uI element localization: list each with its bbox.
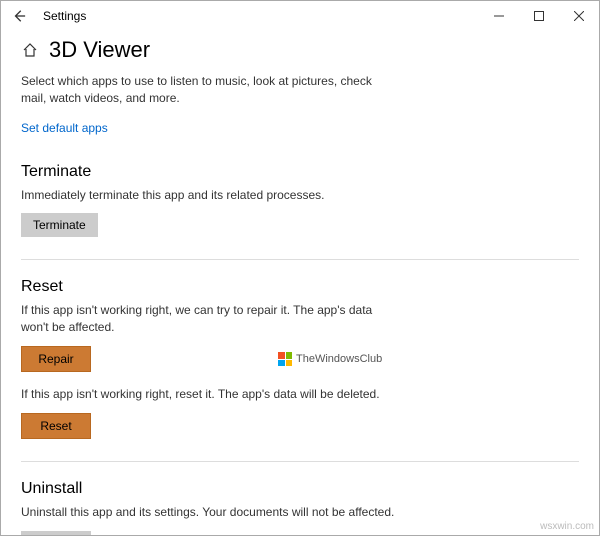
app-title: Settings [43,9,86,23]
maximize-button[interactable] [519,1,559,31]
page-header: 3D Viewer [21,37,579,63]
separator [21,461,579,462]
uninstall-button[interactable]: Uninstall [21,531,91,535]
back-button[interactable] [9,6,29,26]
reset-description: If this app isn't working right, reset i… [21,386,401,403]
terminate-description: Immediately terminate this app and its r… [21,187,401,204]
overlay-brand: TheWindowsClub [296,353,382,365]
close-button[interactable] [559,1,599,31]
titlebar: Settings [1,1,599,31]
window-controls [479,1,599,31]
titlebar-left: Settings [9,6,86,26]
minimize-button[interactable] [479,1,519,31]
content-area: 3D Viewer Select which apps to use to li… [1,31,599,535]
set-default-apps-link[interactable]: Set default apps [21,121,108,135]
repair-button[interactable]: Repair [21,346,91,372]
separator [21,259,579,260]
terminate-button[interactable]: Terminate [21,213,98,237]
uninstall-title: Uninstall [21,480,579,498]
reset-button[interactable]: Reset [21,413,91,439]
terminate-title: Terminate [21,163,579,181]
repair-description: If this app isn't working right, we can … [21,302,401,336]
page-title: 3D Viewer [49,37,150,63]
page-description: Select which apps to use to listen to mu… [21,73,381,107]
uninstall-description: Uninstall this app and its settings. You… [21,504,401,521]
home-icon[interactable] [21,41,39,59]
windows-logo-icon [278,352,292,366]
settings-window: Settings 3D Viewer Select which apps to … [0,0,600,536]
watermark: wsxwin.com [540,521,594,532]
terminate-section: Terminate Immediately terminate this app… [21,163,579,238]
uninstall-section: Uninstall Uninstall this app and its set… [21,480,579,535]
thewindowsclub-overlay: TheWindowsClub [278,352,382,366]
reset-title: Reset [21,278,579,296]
